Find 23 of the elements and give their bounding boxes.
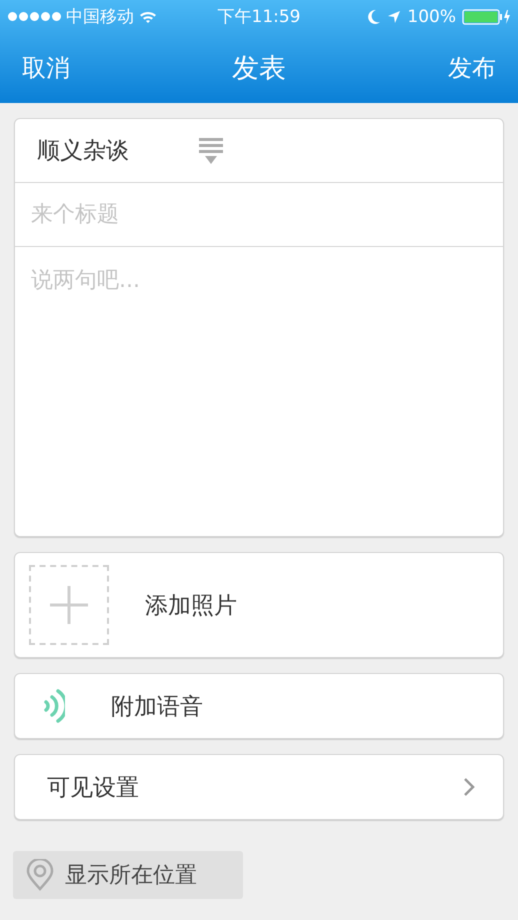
status-time: 下午11:59 xyxy=(218,7,300,27)
visibility-settings-row[interactable]: 可见设置 xyxy=(14,754,504,820)
battery-percent: 100% xyxy=(407,6,456,26)
battery-icon xyxy=(462,8,510,24)
title-field[interactable]: 来个标题 xyxy=(15,183,503,247)
sound-wave-icon xyxy=(43,688,65,724)
add-voice-label: 附加语音 xyxy=(111,692,203,722)
moon-icon xyxy=(368,8,382,24)
category-selector[interactable]: 顺义杂谈 xyxy=(37,135,129,166)
chevron-right-icon xyxy=(463,777,475,797)
location-arrow-icon xyxy=(387,10,402,24)
add-photo-label: 添加照片 xyxy=(145,592,237,620)
location-pin-icon xyxy=(25,859,55,891)
dropdown-list-icon[interactable] xyxy=(199,136,223,164)
show-location-button[interactable]: 显示所在位置 xyxy=(13,851,243,899)
add-photo-card[interactable]: 添加照片 xyxy=(14,552,504,658)
page-title: 发表 xyxy=(232,52,286,86)
add-voice-card[interactable]: 附加语音 xyxy=(14,673,504,739)
carrier-name: 中国移动 xyxy=(66,6,134,28)
visibility-settings-label: 可见设置 xyxy=(47,774,139,802)
add-photo-icon[interactable] xyxy=(29,565,109,645)
signal-icon xyxy=(8,12,61,21)
wifi-icon xyxy=(139,10,157,24)
